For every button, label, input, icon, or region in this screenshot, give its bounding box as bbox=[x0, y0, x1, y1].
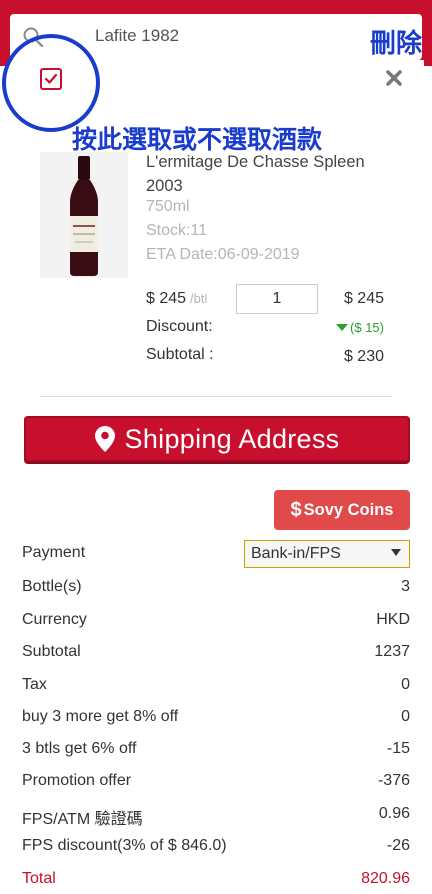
unit-price-suffix: /btl bbox=[190, 291, 208, 306]
product-stock: Stock:11 bbox=[146, 222, 208, 239]
shipping-address-label: Shipping Address bbox=[124, 423, 340, 454]
total-value: 820.96 bbox=[361, 870, 410, 887]
summary-value: -15 bbox=[386, 740, 410, 757]
dollar-icon: $ bbox=[290, 498, 302, 521]
item-subtotal-label: Subtotal : bbox=[146, 346, 214, 363]
summary-row-3btls: 3 btls get 6% off -15 bbox=[22, 734, 412, 764]
summary-row-buy-more: buy 3 more get 8% off 0 bbox=[22, 702, 412, 732]
product-eta: ETA Date:06-09-2019 bbox=[146, 246, 300, 263]
summary-value: HKD bbox=[376, 611, 410, 628]
payment-select[interactable]: Bank-in/FPS bbox=[244, 540, 410, 568]
summary-label: Currency bbox=[22, 611, 87, 628]
unit-price-value: $ 245 bbox=[146, 290, 187, 307]
payment-selected-value: Bank-in/FPS bbox=[251, 545, 341, 562]
dropdown-arrow-icon bbox=[391, 549, 401, 556]
summary-row-fps-code: FPS/ATM 驗證碼 0.96 bbox=[22, 799, 412, 829]
summary-label: FPS/ATM 驗證碼 bbox=[22, 811, 143, 828]
annotation-circle bbox=[2, 34, 100, 132]
summary-label: Tax bbox=[22, 676, 47, 693]
unit-price: $ 245/btl bbox=[146, 290, 207, 308]
sovy-coins-label: Sovy Coins bbox=[303, 500, 394, 519]
summary-row-fps-discount: FPS discount(3% of $ 846.0) -26 bbox=[22, 831, 412, 861]
down-triangle-icon bbox=[336, 324, 349, 331]
summary-row-promotion: Promotion offer -376 bbox=[22, 766, 412, 796]
divider bbox=[40, 396, 392, 397]
search-input[interactable]: Lafite 1982 bbox=[95, 26, 179, 46]
summary-label: Subtotal bbox=[22, 643, 81, 660]
product-volume: 750ml bbox=[146, 198, 190, 215]
summary-value: 3 bbox=[401, 578, 410, 595]
summary-value: 0.96 bbox=[378, 805, 410, 822]
summary-row-total: Total 820.96 bbox=[22, 864, 412, 894]
summary-row-currency: Currency HKD bbox=[22, 605, 412, 635]
shipping-address-button[interactable]: Shipping Address bbox=[24, 416, 410, 462]
summary-value: -376 bbox=[377, 772, 410, 789]
total-label: Total bbox=[22, 870, 56, 887]
summary-label: FPS discount(3% of $ 846.0) bbox=[22, 837, 227, 854]
item-subtotal-value: $ 230 bbox=[343, 348, 384, 365]
summary-value: -26 bbox=[386, 837, 410, 854]
sovy-coins-button[interactable]: $ Sovy Coins bbox=[274, 490, 410, 530]
line-total: $ 245 bbox=[343, 290, 384, 307]
delete-label: 刪除 bbox=[369, 28, 422, 58]
map-pin-icon bbox=[94, 426, 115, 452]
summary-label: 3 btls get 6% off bbox=[22, 740, 137, 757]
payment-label: Payment bbox=[22, 544, 86, 561]
product-name[interactable]: L'ermitage De Chasse Spleen 2003 bbox=[146, 150, 386, 198]
wine-bottle-image[interactable] bbox=[40, 152, 128, 278]
summary-value: 1237 bbox=[374, 643, 410, 660]
summary-row-tax: Tax 0 bbox=[22, 670, 412, 700]
discount-amount: ($ 15) bbox=[350, 320, 384, 335]
discount-value: ($ 15) bbox=[336, 320, 384, 335]
summary-row-bottles: Bottle(s) 3 bbox=[22, 572, 412, 602]
discount-label: Discount: bbox=[146, 318, 213, 335]
summary-label: Bottle(s) bbox=[22, 578, 82, 595]
summary-label: buy 3 more get 8% off bbox=[22, 708, 179, 725]
quantity-input[interactable] bbox=[236, 284, 318, 314]
summary-label: Promotion offer bbox=[22, 772, 132, 789]
summary-row-subtotal: Subtotal 1237 bbox=[22, 637, 412, 667]
summary-value: 0 bbox=[401, 676, 410, 693]
summary-value: 0 bbox=[401, 708, 410, 725]
close-icon[interactable] bbox=[384, 68, 404, 88]
